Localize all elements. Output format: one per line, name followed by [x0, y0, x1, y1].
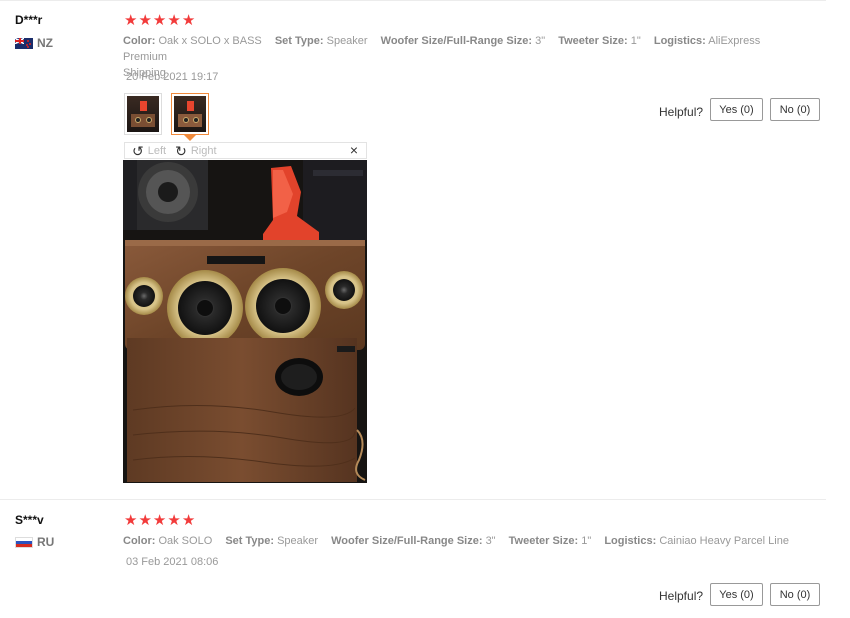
rotate-left-icon: ↺ [132, 142, 144, 159]
review-divider [0, 499, 826, 500]
helpful-no-button[interactable]: No (0) [770, 583, 820, 606]
top-divider [0, 0, 826, 1]
attr-value: 3" [485, 535, 496, 547]
helpful-label: Helpful? [659, 589, 704, 603]
star-icon: ★ [167, 512, 181, 529]
attr-label: Set Type: [274, 35, 324, 47]
sku-attributes: Color: Oak SOLO Set Type: Speaker Woofer… [123, 533, 823, 549]
nz-flag-icon [15, 37, 33, 49]
ru-flag-icon [15, 536, 33, 548]
country-code: NZ [37, 36, 53, 50]
helpful-yes-button[interactable]: Yes (0) [710, 583, 763, 606]
review-photo-thumbnail[interactable] [124, 93, 162, 135]
attr-value: Oak SOLO [158, 535, 213, 547]
reviewer-name: S***v [15, 513, 44, 527]
attr-value: 1" [581, 535, 592, 547]
country-code: RU [37, 535, 55, 549]
thumbnail-image [174, 96, 206, 132]
star-icon: ★ [181, 12, 196, 29]
close-icon[interactable]: × [350, 143, 358, 158]
star-icon: ★ [124, 512, 138, 529]
reviewer-name: D***r [15, 13, 43, 27]
rotate-right-label: Right [190, 144, 217, 157]
attr-value: 3" [535, 35, 546, 47]
review-photo-enlarged [123, 160, 367, 483]
attr-label: Woofer Size/Full-Range Size: [380, 35, 533, 47]
attr-value: 1" [630, 35, 641, 47]
rotate-left-label: Left [147, 144, 167, 157]
speaker-photo [123, 160, 367, 483]
photo-viewer-toolbar: ↺ Left ↻ Right × [124, 142, 367, 159]
attr-value: Cainiao Heavy Parcel Line [659, 535, 789, 547]
reviewer-country: NZ [15, 36, 53, 50]
attr-label: Logistics: [604, 535, 657, 547]
star-icon: ★ [124, 12, 138, 29]
helpful-label: Helpful? [659, 105, 704, 119]
star-icon: ★ [152, 12, 167, 29]
attr-label: Color: [123, 535, 156, 547]
star-rating: ★ ★ ★ ★ ★ [124, 13, 195, 28]
attr-label: Logistics: [653, 35, 706, 47]
thumbnail-image [127, 96, 159, 132]
star-icon: ★ [167, 12, 181, 29]
star-icon: ★ [181, 512, 196, 529]
review-date: 20 Feb 2021 19:17 [126, 71, 219, 83]
active-thumbnail-caret [184, 135, 196, 141]
attr-label: Color: [123, 35, 156, 47]
attr-label: Set Type: [225, 535, 275, 547]
star-icon: ★ [138, 12, 152, 29]
attr-label: Tweeter Size: [558, 35, 628, 47]
attr-label: Tweeter Size: [508, 535, 579, 547]
attr-label: Woofer Size/Full-Range Size: [331, 535, 483, 547]
star-icon: ★ [138, 512, 152, 529]
reviewer-country: RU [15, 535, 54, 549]
attr-value: Speaker [277, 535, 319, 547]
attr-value: Speaker [326, 35, 368, 47]
rotate-right-icon: ↻ [175, 142, 187, 159]
helpful-yes-button[interactable]: Yes (0) [710, 98, 763, 121]
star-icon: ★ [152, 512, 167, 529]
helpful-no-button[interactable]: No (0) [770, 98, 820, 121]
attr-value: Oak x SOLO x BASS [158, 35, 262, 47]
rotate-left-button[interactable]: ↺ Left [132, 144, 166, 158]
rotate-right-button[interactable]: ↻ Right [175, 144, 216, 158]
review-photo-thumbnail-active[interactable] [171, 93, 209, 135]
star-rating: ★ ★ ★ ★ ★ [124, 513, 195, 528]
sku-attributes: Color: Oak x SOLO x BASS Set Type: Speak… [123, 33, 813, 81]
review-date: 03 Feb 2021 08:06 [126, 556, 219, 568]
